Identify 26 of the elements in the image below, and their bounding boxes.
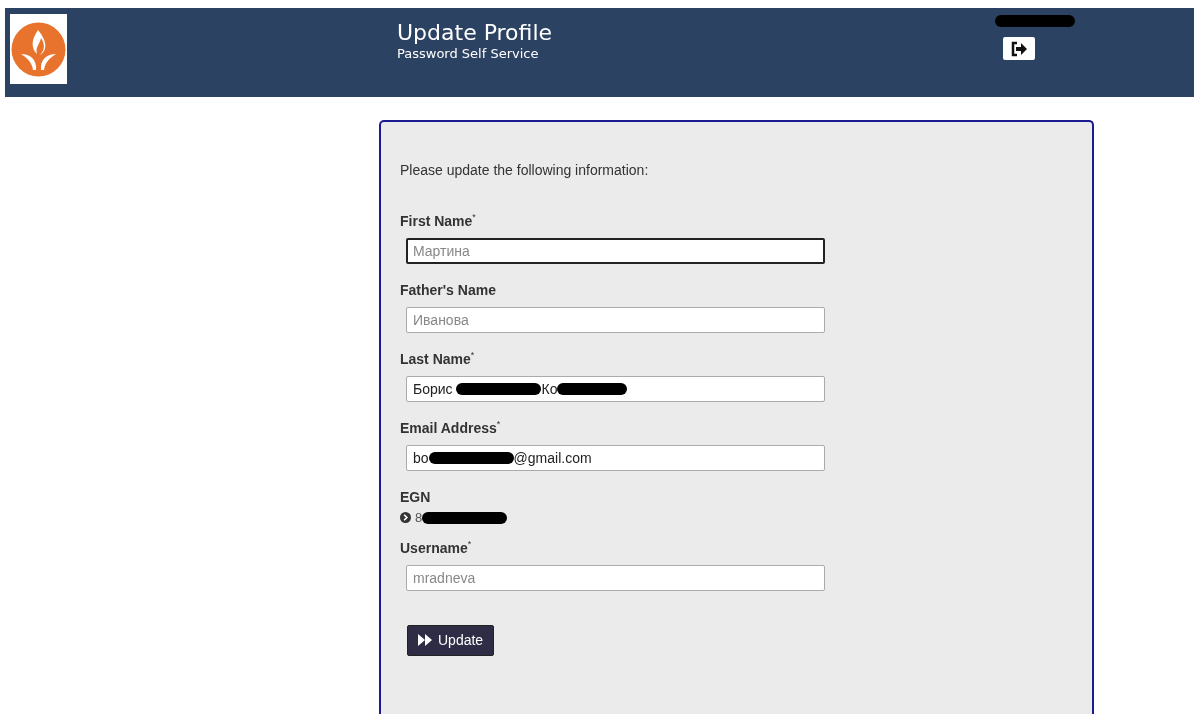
field-label: Username*: [400, 537, 473, 558]
update-button[interactable]: Update: [407, 624, 495, 656]
field-label: First Name*: [400, 211, 477, 231]
page-title: Update Profile: [397, 20, 553, 47]
field-label: Father's Name: [400, 281, 497, 300]
logout-icon: [1010, 40, 1028, 57]
value-text: bo: [413, 448, 429, 468]
logo-icon: [10, 14, 67, 84]
field-label: Email Address*: [400, 418, 502, 438]
input-field[interactable]: mradneva: [406, 564, 825, 591]
input-field[interactable]: Борис Ко: [406, 376, 825, 402]
logout-button[interactable]: [1003, 37, 1035, 60]
fast-forward-icon: [418, 634, 432, 646]
value-text: Ко: [541, 379, 558, 399]
value-text: 8: [415, 509, 423, 527]
redaction-mark: [557, 383, 628, 395]
input-field[interactable]: Мартина: [406, 238, 825, 264]
value-text: Борис: [413, 379, 454, 399]
page-subtitle: Password Self Service: [397, 46, 540, 62]
intro-text: Please update the following information:: [400, 161, 650, 180]
chevron-circle-icon: [400, 512, 411, 524]
value-text: @gmail.com: [513, 448, 592, 468]
field-label: EGN: [400, 488, 432, 507]
input-field[interactable]: Иванова: [406, 307, 825, 333]
input-field[interactable]: bo @gmail.com: [406, 445, 825, 471]
field-label: Last Name*: [400, 349, 476, 369]
